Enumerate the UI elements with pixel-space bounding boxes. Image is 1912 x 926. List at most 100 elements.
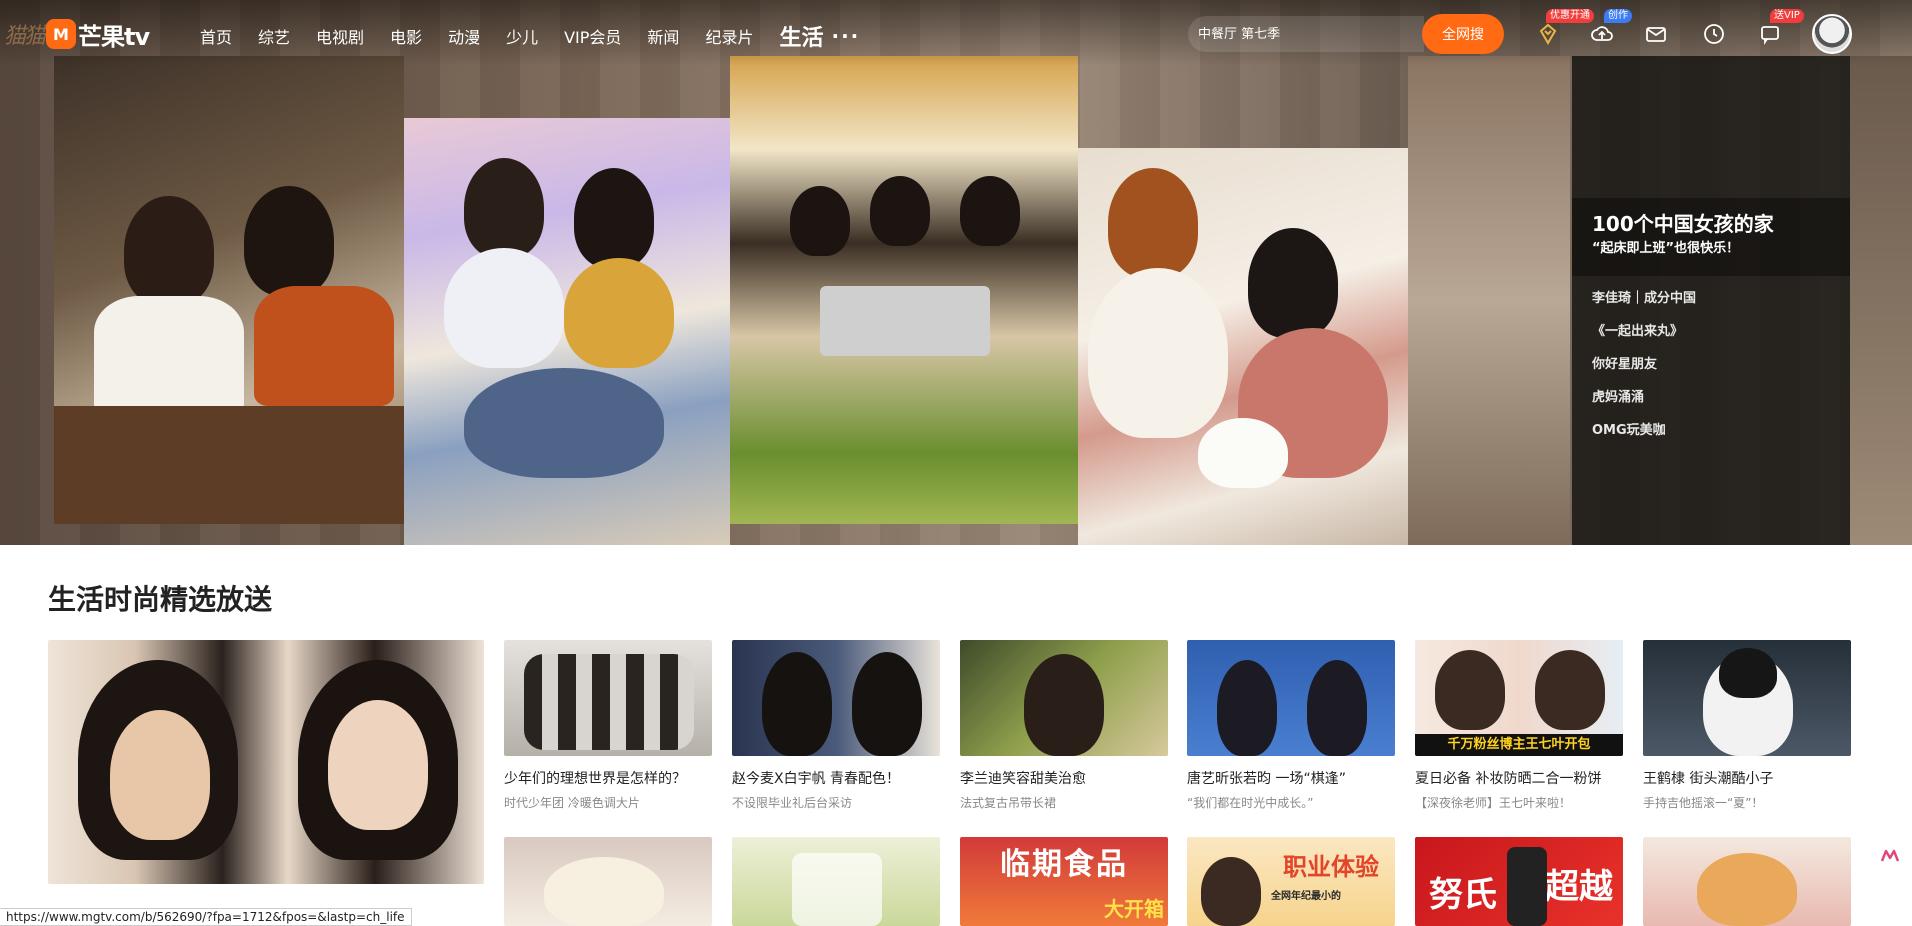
video-thumbnail[interactable] [960,640,1168,756]
video-card[interactable]: 努氏 超越 [1415,837,1623,926]
video-title[interactable]: 赵今麦X白宇帆 青春配色！ [732,768,940,788]
logo-mark-icon: M [46,19,77,49]
nav-item-tv[interactable]: 电视剧 [316,24,364,48]
featured-video-card[interactable] [48,640,484,884]
video-card[interactable] [1643,837,1851,926]
floating-app-icon[interactable] [1880,846,1900,866]
thumbnail-caption: 努氏 [1429,875,1497,915]
cake-shape [544,857,664,926]
person-shape [1307,660,1367,756]
nav-item-news[interactable]: 新闻 [647,24,679,48]
hero-side-item[interactable]: 《一起出来丸》 [1592,315,1696,348]
video-card[interactable]: 王鹤棣 街头潮酷小子 手持吉他摇滚一“夏”！ [1643,640,1851,811]
video-thumbnail[interactable]: 努氏 超越 [1415,837,1623,926]
person-shape [1435,650,1505,730]
logo-text: 芒果tv [78,22,150,51]
nav-more-icon[interactable]: ··· [831,24,860,48]
video-title[interactable]: 少年们的理想世界是怎样的？ [504,768,712,788]
person-shape [790,186,850,256]
hero-photo-6[interactable] [1850,56,1912,545]
nav-item-vip[interactable]: VIP会员 [564,24,621,48]
hero-photo-1[interactable] [54,56,404,524]
video-card[interactable] [732,837,940,926]
video-card[interactable]: 赵今麦X白宇帆 青春配色！ 不设限毕业礼后台采访 [732,640,940,811]
person-shape [444,248,564,368]
hero-side-title[interactable]: 100个中国女孩的家 [1592,208,1774,237]
video-thumbnail[interactable]: 千万粉丝博主王七叶开包 [1415,640,1623,756]
search-button[interactable]: 全网搜 [1422,14,1504,54]
video-thumbnail[interactable] [732,837,940,926]
upload-cloud-icon[interactable] [1588,20,1616,48]
user-avatar[interactable] [1812,14,1852,54]
thumbnail-caption: 大开箱 [1104,897,1164,921]
hero-photo-2[interactable] [404,118,730,545]
nav-item-anime[interactable]: 动漫 [448,24,480,48]
video-card[interactable]: 千万粉丝博主王七叶开包 夏日必备 补妆防晒二合一粉饼 【深夜徐老师】王七叶来啦！ [1415,640,1623,811]
hero-side-item[interactable]: OMG玩美咖 [1592,414,1696,447]
hero-side-item[interactable]: 虎妈涌涌 [1592,381,1696,414]
video-card[interactable]: 唐艺昕张若昀 一场“棋逢” “我们都在时光中成长。” [1187,640,1395,811]
site-logo[interactable]: 猫猫 M 芒果tv [0,14,150,54]
hero-side-subtitle[interactable]: “起床即上班”也很快乐！ [1592,237,1739,256]
video-subtitle: 不设限毕业礼后台采访 [732,796,853,810]
video-thumbnail[interactable] [732,640,940,756]
video-thumbnail[interactable] [1643,640,1851,756]
hero-side-list: 李佳琦｜成分中国 《一起出来丸》 你好星朋友 虎妈涌涌 OMG玩美咖 [1592,282,1696,447]
create-badge: 创作 [1604,9,1632,23]
video-thumbnail[interactable]: 临期食品 大开箱 [960,837,1168,926]
history-clock-icon[interactable] [1700,20,1728,48]
video-subtitle: 法式复古吊带长裙 [960,796,1057,810]
channel-nav: 首页 综艺 电视剧 电影 动漫 少儿 VIP会员 新闻 纪录片 生活 ··· [200,20,860,52]
person-shape [870,176,930,246]
person-shape [960,176,1020,246]
video-title[interactable]: 夏日必备 补妆防晒二合一粉饼 [1415,768,1623,788]
search-input[interactable] [1198,26,1398,42]
video-thumbnail[interactable] [1187,640,1395,756]
vip-badge: 优惠开通 [1546,9,1594,23]
face-shape [110,710,210,840]
nav-item-home[interactable]: 首页 [200,24,232,48]
hero-side-item[interactable]: 李佳琦｜成分中国 [1592,282,1696,315]
nav-item-movie[interactable]: 电影 [390,24,422,48]
video-thumbnail[interactable] [1643,837,1851,926]
person-shape [1201,857,1261,926]
video-thumbnail[interactable] [504,640,712,756]
video-title[interactable]: 唐艺昕张若昀 一场“棋逢” [1187,768,1395,788]
person-shape [464,368,664,478]
mail-icon[interactable] [1642,20,1670,48]
hero-side-item[interactable]: 你好星朋友 [1592,348,1696,381]
video-thumbnail[interactable]: 职业体验 全网年纪最小的 [1187,837,1395,926]
hero-photo-5[interactable] [1408,56,1570,545]
video-card[interactable]: 职业体验 全网年纪最小的 [1187,837,1395,926]
hat-shape [1719,648,1777,698]
nav-item-documentary[interactable]: 纪录片 [705,24,753,48]
hero-banner[interactable]: 100个中国女孩的家 “起床即上班”也很快乐！ 李佳琦｜成分中国 《一起出来丸》… [0,0,1912,545]
message-icon[interactable] [1756,20,1784,48]
nav-item-life[interactable]: 生活 [779,20,823,52]
section-title: 生活时尚精选放送 [48,583,273,616]
table-shape [54,406,404,524]
nav-item-variety[interactable]: 综艺 [258,24,290,48]
person-shape [1535,650,1605,730]
face-shape [328,700,428,830]
dog-shape [1198,418,1288,488]
video-thumbnail[interactable] [504,837,712,926]
video-card[interactable]: 临期食品 大开箱 [960,837,1168,926]
person-shape [1088,268,1228,438]
video-card[interactable]: 李兰迪笑容甜美治愈 法式复古吊带长裙 [960,640,1168,811]
video-title[interactable]: 李兰迪笑容甜美治愈 [960,768,1168,788]
person-shape [1024,654,1104,756]
person-shape [564,258,674,368]
video-subtitle: 【深夜徐老师】王七叶来啦！ [1415,796,1572,810]
vip-diamond-icon[interactable] [1534,20,1562,48]
nav-item-kids[interactable]: 少儿 [506,24,538,48]
video-title[interactable]: 王鹤棣 街头潮酷小子 [1643,768,1851,788]
hero-photo-3[interactable] [730,56,1078,524]
video-card[interactable]: 少年们的理想世界是怎样的？ 时代少年团 冷暖色调大片 [504,640,712,811]
hero-photo-4[interactable] [1078,148,1408,545]
search-box [1188,16,1424,52]
person-shape [1108,168,1198,278]
person-shape [124,196,214,306]
drink-shape [792,853,882,926]
video-card[interactable] [504,837,712,926]
